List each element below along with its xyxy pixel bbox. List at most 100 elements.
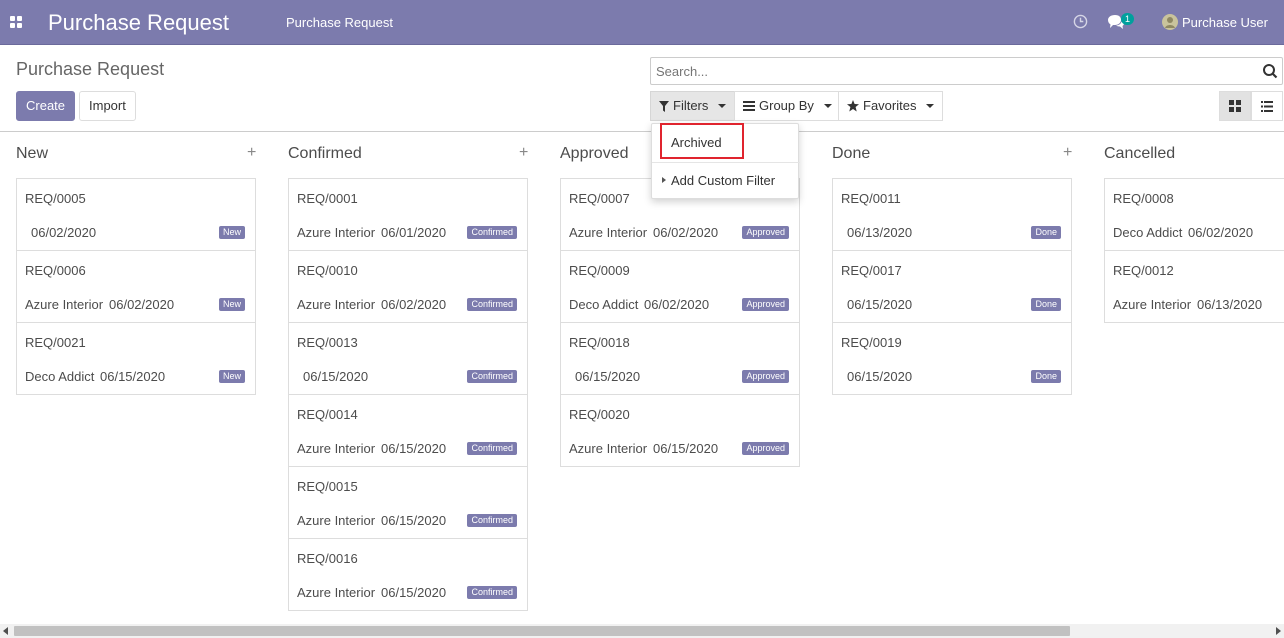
- kanban-column: REQ/0005 06/02/2020 New REQ/0006 Azure Inter…: [16, 178, 256, 395]
- card-date: 06/13/2020: [1197, 297, 1263, 312]
- card-date: 06/15/2020: [381, 441, 447, 456]
- kanban-card[interactable]: REQ/0010 Azure Interior 06/02/2020 Confirme…: [289, 251, 527, 323]
- page-title: Purchase Request: [16, 59, 165, 79]
- chat-count-badge: 1: [1121, 13, 1135, 25]
- card-date: 06/01/2020: [381, 225, 447, 240]
- status-badge: Done: [1031, 370, 1061, 383]
- status-badge: Approved: [742, 298, 789, 311]
- list-view-button[interactable]: [1251, 91, 1283, 121]
- group-by-label: Group By: [759, 98, 814, 113]
- kanban-column: REQ/0011 06/13/2020 Done REQ/0017 06/15/2020…: [832, 178, 1072, 395]
- kanban-card[interactable]: REQ/0001 Azure Interior 06/01/2020 Confirme…: [289, 179, 527, 251]
- kanban-card[interactable]: REQ/0016 Azure Interior 06/15/2020 Confirme…: [289, 539, 527, 610]
- kanban-card[interactable]: REQ/0015 Azure Interior 06/15/2020 Confirme…: [289, 467, 527, 539]
- card-date: 06/15/2020: [303, 369, 369, 384]
- quick-create-plus-icon[interactable]: +: [247, 144, 256, 162]
- kanban-card[interactable]: REQ/0009 Deco Addict 06/02/2020 Approved: [561, 251, 799, 323]
- card-reference: REQ/0006: [25, 263, 86, 278]
- card-date: 06/02/2020: [109, 297, 175, 312]
- status-badge: Confirmed: [467, 442, 517, 455]
- status-badge: New: [218, 370, 245, 383]
- kanban-card[interactable]: REQ/0011 06/13/2020 Done: [833, 179, 1071, 251]
- app-brand[interactable]: Purchase Request: [48, 10, 229, 36]
- add-custom-filter[interactable]: Add Custom Filter: [671, 173, 819, 188]
- card-date: 06/02/2020: [31, 225, 97, 240]
- scroll-right-arrow[interactable]: [1276, 627, 1281, 635]
- card-date: 06/15/2020: [381, 513, 447, 528]
- card-reference: REQ/0012: [1113, 263, 1174, 278]
- user-avatar[interactable]: [1162, 14, 1178, 30]
- card-reference: REQ/0009: [569, 263, 630, 278]
- card-reference: REQ/0021: [25, 335, 86, 350]
- chevron-down-icon: [926, 104, 935, 108]
- card-reference: REQ/0007: [569, 191, 630, 206]
- kanban-card[interactable]: REQ/0018 06/15/2020 Approved: [561, 323, 799, 395]
- status-badge: Done: [1031, 298, 1061, 311]
- search-icon[interactable]: [1262, 63, 1278, 79]
- kanban-card[interactable]: REQ/0020 Azure Interior 06/15/2020 Approved: [561, 395, 799, 466]
- kanban-column-title: New: [16, 145, 49, 162]
- status-badge: New: [218, 226, 245, 239]
- status-badge: Done: [1031, 226, 1061, 239]
- activity-clock-icon[interactable]: [1073, 14, 1088, 29]
- card-partner: Azure Interior: [297, 513, 376, 528]
- card-date: 06/15/2020: [847, 297, 913, 312]
- kanban-card[interactable]: REQ/0012 Azure Interior 06/13/2020: [1105, 251, 1284, 322]
- menu-item-purchase-request[interactable]: Purchase Request: [286, 15, 393, 30]
- scroll-left-arrow[interactable]: [3, 627, 8, 635]
- user-menu[interactable]: Purchase User: [1182, 15, 1268, 30]
- apps-menu-icon[interactable]: [10, 16, 22, 28]
- card-date: 06/02/2020: [644, 297, 710, 312]
- kanban-view-button[interactable]: [1219, 91, 1251, 121]
- card-reference: REQ/0001: [297, 191, 358, 206]
- kanban-card[interactable]: REQ/0014 Azure Interior 06/15/2020 Confirme…: [289, 395, 527, 467]
- kanban-card[interactable]: REQ/0021 Deco Addict 06/15/2020 New: [17, 323, 255, 394]
- kanban-card[interactable]: REQ/0019 06/15/2020 Done: [833, 323, 1071, 394]
- filter-funnel-icon: [659, 100, 669, 112]
- card-date: 06/15/2020: [575, 369, 641, 384]
- status-badge: Confirmed: [467, 586, 517, 599]
- kanban-card[interactable]: REQ/0008 Deco Addict 06/02/2020: [1105, 179, 1284, 251]
- status-badge: Confirmed: [467, 370, 517, 383]
- favorites-label: Favorites: [863, 98, 917, 113]
- card-date: 06/02/2020: [653, 225, 719, 240]
- favorites-button[interactable]: Favorites: [838, 91, 944, 121]
- quick-create-plus-icon[interactable]: +: [519, 144, 528, 162]
- kanban-card[interactable]: REQ/0005 06/02/2020 New: [17, 179, 255, 251]
- kanban-grid-icon: [1229, 100, 1241, 112]
- search-input[interactable]: [651, 58, 1241, 84]
- filters-button[interactable]: Filters: [650, 91, 736, 121]
- status-badge: Confirmed: [467, 514, 517, 527]
- card-partner: Azure Interior: [569, 441, 648, 456]
- list-bars-icon: [743, 101, 755, 111]
- card-reference: REQ/0011: [841, 191, 901, 206]
- card-reference: REQ/0013: [297, 335, 358, 350]
- filter-archived[interactable]: Archived: [671, 135, 819, 150]
- create-button[interactable]: Create: [16, 91, 76, 121]
- card-date: 06/02/2020: [1188, 225, 1254, 240]
- horizontal-scrollbar[interactable]: [0, 624, 1284, 638]
- control-panel: Purchase Request Create Import Filters G…: [0, 46, 1284, 132]
- kanban-card[interactable]: REQ/0006 Azure Interior 06/02/2020 New: [17, 251, 255, 323]
- card-reference: REQ/0016: [297, 551, 358, 566]
- card-date: 06/15/2020: [381, 585, 447, 600]
- kanban-column-title: Cancelled: [1104, 145, 1176, 162]
- quick-create-plus-icon[interactable]: +: [1063, 144, 1072, 162]
- star-icon: [847, 100, 859, 112]
- scrollbar-thumb[interactable]: [14, 626, 1070, 636]
- group-by-button[interactable]: Group By: [734, 91, 841, 121]
- card-reference: REQ/0020: [569, 407, 630, 422]
- card-partner: Azure Interior: [297, 225, 376, 240]
- status-badge: Confirmed: [467, 226, 517, 239]
- filters-label: Filters: [673, 98, 709, 113]
- card-partner: Azure Interior: [1113, 297, 1192, 312]
- card-partner: Deco Addict: [25, 369, 95, 384]
- status-badge: Approved: [742, 442, 789, 455]
- kanban-card[interactable]: REQ/0013 06/15/2020 Confirmed: [289, 323, 527, 395]
- import-button[interactable]: Import: [79, 91, 136, 121]
- kanban-column-title: Done: [832, 145, 871, 162]
- card-partner: Deco Addict: [569, 297, 639, 312]
- dropdown-divider: [652, 162, 800, 163]
- kanban-card[interactable]: REQ/0017 06/15/2020 Done: [833, 251, 1071, 323]
- card-reference: REQ/0015: [297, 479, 358, 494]
